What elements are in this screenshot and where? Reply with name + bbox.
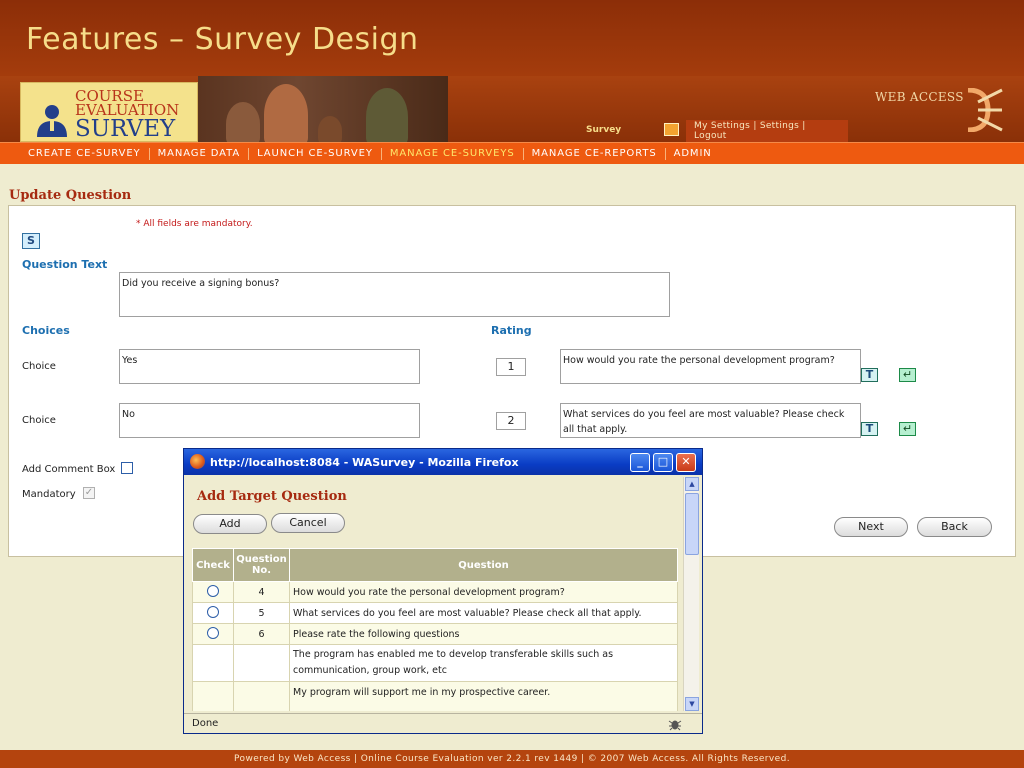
web-access-logo-icon (967, 88, 1003, 132)
nav-admin[interactable]: ADMIN (666, 148, 720, 160)
settings-edit-icon[interactable] (664, 123, 679, 136)
popup-scrollbar[interactable]: ▲ ▼ (683, 477, 699, 711)
rating-label: Rating (491, 324, 532, 337)
nav-manage-ce-surveys[interactable]: MANAGE CE-SURVEYS (382, 147, 524, 160)
scroll-down-icon[interactable]: ▼ (685, 697, 699, 711)
choices-label: Choices (22, 324, 70, 337)
photo-person-3 (366, 88, 408, 142)
browser-statusbar: Done (184, 713, 702, 733)
nav-create-ce-survey[interactable]: CREATE CE-SURVEY (20, 147, 150, 160)
question-text: What services do you feel are most valua… (289, 602, 678, 624)
column-header-question-no: Question No. (233, 548, 290, 582)
firefox-icon (190, 454, 205, 469)
question-text: Please rate the following questions (289, 623, 678, 645)
close-icon[interactable]: ✕ (676, 453, 696, 472)
table-row: My program will support me in my prospec… (192, 681, 678, 711)
choice-1-target[interactable]: How would you rate the personal developm… (560, 349, 861, 384)
settings-links[interactable]: My Settings | Settings | Logout (686, 120, 848, 142)
question-text: My program will support me in my prospec… (289, 681, 678, 711)
maximize-icon[interactable]: □ (653, 453, 673, 472)
question-text-label: Question Text (22, 258, 108, 271)
choice-1-field[interactable]: Yes (119, 349, 420, 384)
title-bar: Features – Survey Design (0, 0, 1024, 76)
table-row: 4 How would you rate the personal develo… (192, 581, 678, 603)
header: COURSE EVALUATION SURVEY Survey My Setti… (0, 76, 1024, 142)
question-number (233, 644, 290, 682)
minimize-icon[interactable]: _ (630, 453, 650, 472)
add-target-question-window: http://localhost:8084 - WASurvey - Mozil… (183, 448, 703, 734)
mandatory-label: Mandatory (22, 489, 76, 500)
choice-2-label: Choice (22, 415, 56, 426)
s-button[interactable]: S (22, 233, 40, 249)
photo-person-1 (226, 102, 260, 142)
column-header-check: Check (192, 548, 234, 582)
person-icon (37, 105, 67, 137)
nav-manage-data[interactable]: MANAGE DATA (150, 147, 250, 160)
choice-1-target-button[interactable]: T (861, 368, 878, 382)
cancel-button[interactable]: Cancel (271, 513, 345, 533)
question-text: How would you rate the personal developm… (289, 581, 678, 603)
choice-1-enter-icon[interactable]: ↵ (899, 368, 916, 382)
add-target-question-heading: Add Target Question (197, 489, 347, 504)
choice-2-enter-icon[interactable]: ↵ (899, 422, 916, 436)
window-title: http://localhost:8084 - WASurvey - Mozil… (210, 456, 519, 469)
main-nav: CREATE CE-SURVEY MANAGE DATA LAUNCH CE-S… (0, 142, 1024, 164)
page-title: Features – Survey Design (26, 22, 419, 57)
question-number: 6 (233, 623, 290, 645)
row-radio[interactable] (207, 605, 219, 618)
status-text: Done (192, 718, 219, 729)
course-evaluation-logo: COURSE EVALUATION SURVEY (20, 82, 198, 142)
nav-launch-ce-survey[interactable]: LAUNCH CE-SURVEY (249, 147, 382, 160)
scroll-up-icon[interactable]: ▲ (685, 477, 699, 491)
question-text-field[interactable]: Did you receive a signing bonus? (119, 272, 670, 317)
choice-1-label: Choice (22, 361, 56, 372)
choice-1-rating[interactable]: 1 (496, 358, 526, 376)
photo-person-2 (264, 84, 308, 142)
choice-2-rating[interactable]: 2 (496, 412, 526, 430)
next-button[interactable]: Next (834, 517, 908, 537)
choice-2-field[interactable]: No (119, 403, 420, 438)
bug-icon (668, 720, 682, 731)
question-number: 5 (233, 602, 290, 624)
row-radio[interactable] (207, 584, 219, 597)
update-question-heading: Update Question (9, 188, 132, 203)
header-photo (198, 76, 448, 142)
question-number (233, 681, 290, 711)
table-row: The program has enabled me to develop tr… (192, 644, 678, 682)
question-text: The program has enabled me to develop tr… (289, 644, 678, 682)
row-radio[interactable] (207, 626, 219, 639)
logo-line-3: SURVEY (75, 116, 176, 142)
photo-person-4 (318, 116, 342, 142)
web-access-brand: WEB ACCESS (875, 90, 964, 104)
question-number: 4 (233, 581, 290, 603)
target-question-table: Check Question No. Question 4 How would … (192, 548, 678, 711)
back-button[interactable]: Back (917, 517, 992, 537)
mandatory-checkbox: ✓ (83, 487, 95, 499)
column-header-question: Question (289, 548, 678, 582)
survey-label: Survey (586, 125, 622, 135)
mandatory-note: * All fields are mandatory. (136, 219, 253, 229)
scroll-thumb[interactable] (685, 493, 699, 555)
add-button[interactable]: Add (193, 514, 267, 534)
nav-manage-ce-reports[interactable]: MANAGE CE-REPORTS (524, 147, 666, 160)
table-row: 5 What services do you feel are most val… (192, 602, 678, 624)
table-row: 6 Please rate the following questions (192, 623, 678, 645)
add-comment-box-label: Add Comment Box (22, 464, 116, 475)
popup-content: Add Target Question Add Cancel Check Que… (188, 477, 681, 711)
choice-2-target-button[interactable]: T (861, 422, 878, 436)
choice-2-target[interactable]: What services do you feel are most valua… (560, 403, 861, 438)
add-comment-box-checkbox[interactable] (121, 462, 133, 474)
window-titlebar[interactable]: http://localhost:8084 - WASurvey - Mozil… (184, 449, 702, 475)
footer: Powered by Web Access | Online Course Ev… (0, 750, 1024, 768)
